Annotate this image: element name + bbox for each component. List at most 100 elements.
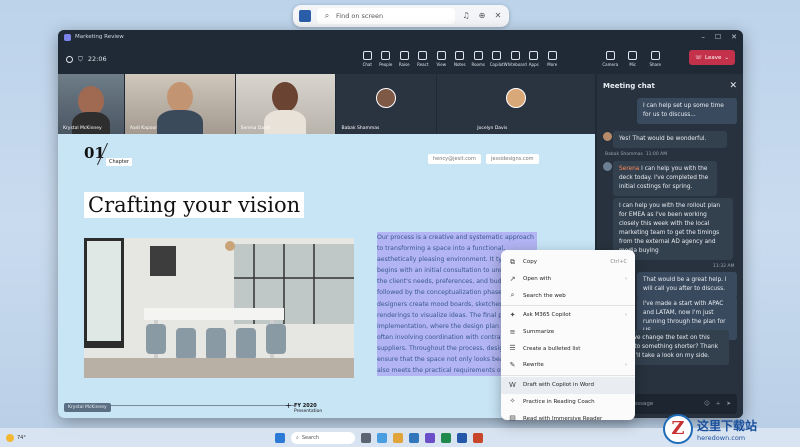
phone-icon: ☏ — [695, 54, 703, 61]
chevron-down-icon: ⌄ — [724, 54, 729, 61]
weather-widget[interactable]: 74° — [6, 433, 26, 442]
emoji-icon[interactable]: ☺ — [704, 401, 710, 407]
widgets-icon[interactable] — [377, 432, 387, 443]
taskbar-search[interactable]: ⌕ Search — [291, 431, 355, 444]
mic-icon[interactable]: ♫ — [461, 11, 471, 21]
search-input[interactable]: ⌕ Find on screen — [317, 8, 455, 24]
participant-name: Aadi Kapoor — [129, 126, 158, 131]
tool-apps[interactable]: Apps — [525, 51, 544, 67]
search-icon: ⌕ — [324, 11, 330, 20]
list-icon: ☰ — [509, 344, 516, 353]
fy-subtitle: Presentation — [294, 409, 323, 414]
participant-name: Serena Davis — [240, 126, 271, 131]
video-tile[interactable]: Serena Davis — [235, 74, 336, 134]
participant-name: Jocelyn Davis — [477, 126, 508, 131]
copilot-icon — [492, 51, 502, 60]
slide-text-line: Our process is a creative and systematic… — [377, 232, 537, 244]
rewrite-icon: ✎ — [509, 360, 516, 369]
window-title: Marketing Review — [75, 34, 124, 40]
summarize-icon: ≡ — [509, 327, 516, 336]
tool-camera[interactable]: Camera — [601, 51, 620, 67]
tool-chat[interactable]: Chat — [358, 51, 377, 67]
search-placeholder: Find on screen — [336, 12, 384, 20]
chevron-right-icon: › — [625, 312, 627, 319]
close-window-icon[interactable]: ✕ — [731, 33, 737, 41]
video-tile[interactable]: Babak Shammas — [336, 74, 437, 134]
file-explorer-icon[interactable] — [393, 432, 403, 443]
menu-separator — [501, 305, 635, 307]
teams-logo-icon — [64, 33, 71, 41]
word-icon: W — [509, 380, 516, 389]
maximize-icon[interactable]: ☐ — [715, 33, 721, 41]
minimize-icon[interactable]: – — [701, 33, 705, 41]
menu-item-rewrite[interactable]: ✎ Rewrite › — [501, 357, 635, 374]
shield-icon: ⛉ — [78, 54, 83, 63]
tool-rooms[interactable]: Rooms — [469, 51, 488, 67]
close-icon[interactable]: ✕ — [493, 11, 503, 21]
chat-icon — [362, 51, 372, 60]
chat-message: Serena I can help you with the deck toda… — [613, 161, 717, 196]
chat-title: Meeting chat — [603, 82, 655, 90]
globe-icon[interactable]: ⊕ — [477, 11, 487, 21]
tool-view[interactable]: View — [432, 51, 451, 67]
search-web-icon: ⌕ — [510, 291, 515, 300]
menu-item-copy[interactable]: ⧉ Copy Ctrl+C — [501, 254, 635, 271]
menu-item-read-with-immersive-reader[interactable]: ▤ Read with Immersive Reader — [501, 410, 635, 427]
avatar — [376, 88, 397, 108]
leave-button[interactable]: ☏ Leave ⌄ — [689, 50, 735, 65]
edge-icon[interactable] — [409, 432, 419, 443]
participant-face — [271, 82, 298, 112]
start-icon[interactable] — [275, 432, 285, 443]
notes-icon — [455, 51, 465, 60]
find-on-screen-bar: ⌕ Find on screen ♫ ⊕ ✕ — [293, 5, 509, 27]
menu-item-summarize[interactable]: ≡ Summarize — [501, 324, 635, 341]
immersive-reader-icon: ▤ — [509, 414, 516, 423]
copy-icon: ⧉ — [510, 257, 515, 266]
menu-item-ask-m365-copilot[interactable]: ✦ Ask M365 Copilot › — [501, 307, 635, 324]
send-icon[interactable]: ➤ — [726, 401, 731, 407]
menu-item-create-a-bulleted-list[interactable]: ☰ Create a bulleted list — [501, 340, 635, 357]
video-strip: Krystal McKinney Aadi Kapoor Serena Davi… — [58, 74, 595, 134]
watermark-en: heredown.com — [697, 433, 746, 442]
excel-icon[interactable] — [441, 432, 451, 443]
word-icon[interactable] — [457, 432, 467, 443]
video-tile[interactable]: Jocelyn Davis — [437, 74, 595, 134]
chevron-right-icon: › — [625, 276, 627, 283]
reading-coach-icon: ✧ — [509, 397, 516, 406]
tool-raise[interactable]: Raise — [395, 51, 414, 67]
video-tile[interactable]: Aadi Kapoor — [124, 74, 235, 134]
tool-mic[interactable]: Mic — [624, 51, 643, 67]
plus-icon: + — [285, 401, 292, 410]
tool-share[interactable]: Share — [646, 51, 665, 67]
task-view-icon[interactable] — [361, 432, 371, 443]
menu-item-open-with[interactable]: ↗ Open with › — [501, 271, 635, 288]
tool-react[interactable]: React — [414, 51, 433, 67]
tool-more[interactable]: More — [543, 51, 562, 67]
powerpoint-icon[interactable] — [473, 432, 483, 443]
more-icon — [547, 51, 557, 60]
tool-people[interactable]: People — [377, 51, 396, 67]
chapter-label: Chapter — [106, 158, 132, 166]
close-chat-icon[interactable]: ✕ — [729, 81, 737, 91]
tool-notes[interactable]: Notes — [451, 51, 470, 67]
teams-meeting-window: Marketing Review – ☐ ✕ ⛉ 22:06 Chat Peopl… — [58, 30, 743, 418]
rooms-icon — [473, 51, 483, 60]
menu-item-practice-in-reading-coach[interactable]: ✧ Practice in Reading Coach — [501, 394, 635, 411]
camera-icon — [605, 51, 615, 60]
apps-icon — [529, 51, 539, 60]
attach-icon[interactable]: + — [716, 401, 721, 407]
slide-title: Crafting your vision — [84, 192, 305, 218]
tool-whiteboard[interactable]: Whiteboard — [504, 51, 527, 67]
react-icon — [418, 51, 428, 60]
menu-item-search-the-web[interactable]: ⌕ Search the web — [501, 287, 635, 304]
chevron-right-icon: › — [625, 362, 627, 369]
sun-icon — [6, 433, 14, 442]
chat-message: That would be a great help. I will call … — [637, 272, 737, 298]
teams-icon[interactable] — [425, 432, 435, 443]
open-with-icon: ↗ — [509, 274, 516, 283]
share-icon — [650, 51, 660, 60]
raise-icon — [399, 51, 409, 60]
video-tile[interactable]: Krystal McKinney — [58, 74, 124, 134]
menu-item-draft-with-copilot-in-word[interactable]: W Draft with Copilot in Word — [501, 376, 635, 394]
people-icon — [381, 51, 391, 60]
